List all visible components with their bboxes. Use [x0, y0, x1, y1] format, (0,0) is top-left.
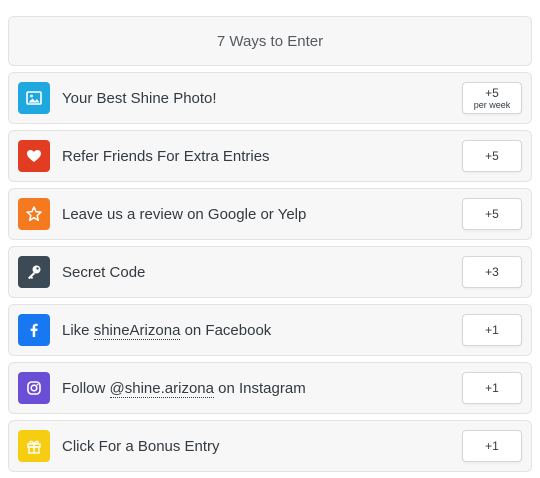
points-badge[interactable]: +3: [462, 256, 522, 288]
entry-method-label: Click For a Bonus Entry: [62, 437, 220, 455]
points-value: +5: [485, 85, 499, 100]
header-title: 7 Ways to Enter: [216, 32, 324, 50]
facebook-icon: [18, 314, 50, 346]
label-suffix: on Instagram: [213, 379, 306, 397]
points-value: +1: [485, 380, 499, 395]
label-prefix: Like: [62, 321, 94, 339]
entry-method-label: Refer Friends For Extra Entries: [62, 147, 270, 165]
points-value: +1: [485, 438, 499, 453]
points-value: +5: [485, 148, 499, 163]
star-icon: [18, 198, 50, 230]
instagram-account-link[interactable]: @shine.arizona: [109, 379, 214, 398]
image-icon: [18, 82, 50, 114]
entry-method-label: Like shineArizona on Facebook: [62, 321, 272, 340]
points-badge[interactable]: +5: [462, 140, 522, 172]
entry-method-secret-code[interactable]: Secret Code +3: [8, 246, 532, 298]
key-icon: [18, 256, 50, 288]
heart-icon: [18, 140, 50, 172]
entry-method-facebook[interactable]: Like shineArizona on Facebook +1: [8, 304, 532, 356]
entry-method-photo[interactable]: Your Best Shine Photo! +5 per week: [8, 72, 532, 124]
points-value: +1: [485, 322, 499, 337]
entry-methods-list: Your Best Shine Photo! +5 per week Refer…: [8, 72, 532, 478]
entry-method-refer[interactable]: Refer Friends For Extra Entries +5: [8, 130, 532, 182]
gift-icon: [18, 430, 50, 462]
points-badge[interactable]: +1: [462, 372, 522, 404]
points-badge[interactable]: +5: [462, 198, 522, 230]
label-suffix: on Facebook: [180, 321, 272, 339]
points-frequency: per week: [473, 99, 511, 110]
entry-method-review[interactable]: Leave us a review on Google or Yelp +5: [8, 188, 532, 240]
entry-method-label: Secret Code: [62, 263, 146, 281]
entry-method-label: Follow @shine.arizona on Instagram: [62, 379, 306, 398]
points-badge[interactable]: +1: [462, 314, 522, 346]
entry-method-label: Leave us a review on Google or Yelp: [62, 205, 307, 223]
points-value: +5: [485, 206, 499, 221]
entry-method-label: Your Best Shine Photo!: [62, 89, 217, 107]
instagram-icon: [18, 372, 50, 404]
entry-method-bonus[interactable]: Click For a Bonus Entry +1: [8, 420, 532, 472]
label-prefix: Follow: [62, 379, 110, 397]
points-badge[interactable]: +5 per week: [462, 82, 522, 114]
facebook-account-link[interactable]: shineArizona: [93, 321, 181, 340]
entry-method-instagram[interactable]: Follow @shine.arizona on Instagram +1: [8, 362, 532, 414]
entry-widget: 7 Ways to Enter Your Best Shine Photo! +…: [0, 0, 540, 478]
points-value: +3: [485, 264, 499, 279]
points-badge[interactable]: +1: [462, 430, 522, 462]
ways-to-enter-header: 7 Ways to Enter: [8, 16, 532, 66]
